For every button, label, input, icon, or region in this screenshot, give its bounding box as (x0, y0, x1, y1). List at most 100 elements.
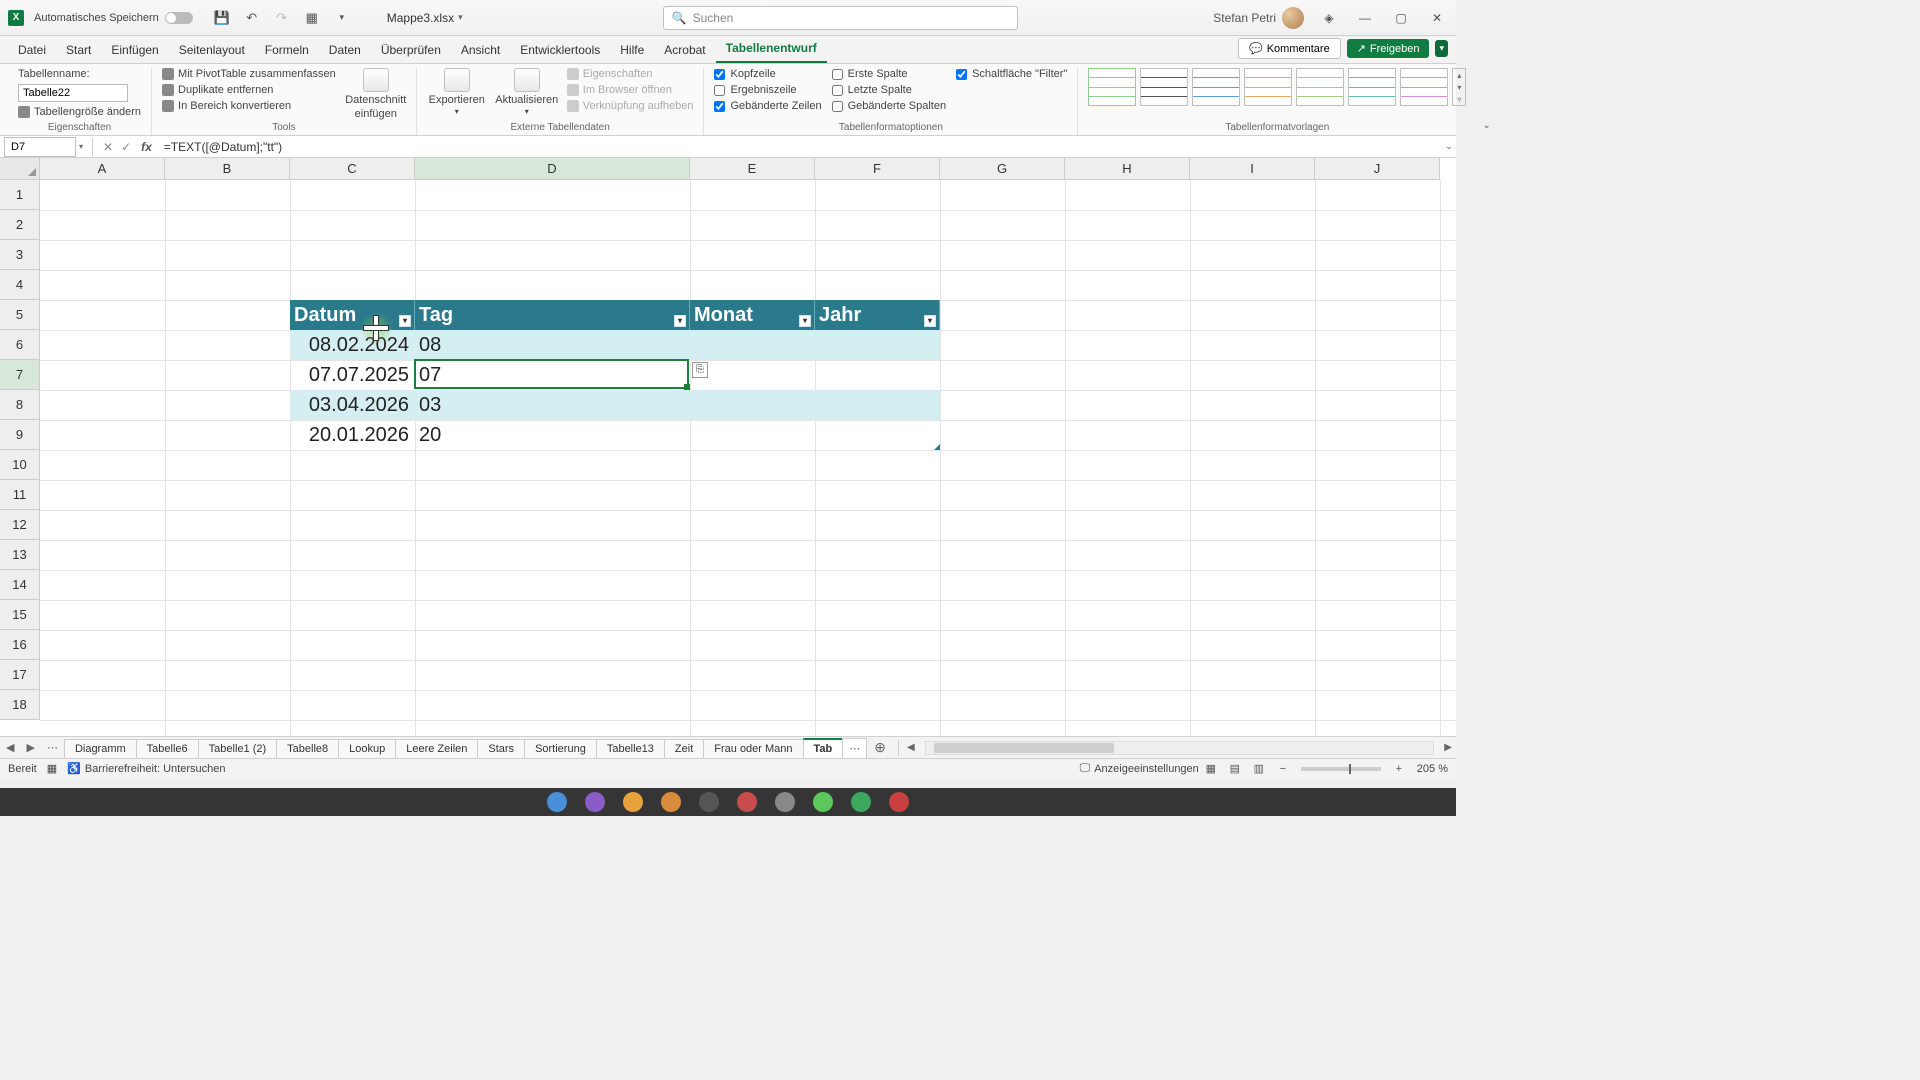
row-header[interactable]: 18 (0, 690, 40, 720)
remove-duplicates-button[interactable]: Duplikate entfernen (162, 84, 336, 96)
ribbon-tab-entwicklertools[interactable]: Entwicklertools (510, 37, 610, 63)
expand-formula-bar-icon[interactable]: ⌄ (1442, 141, 1456, 152)
table-style-thumb[interactable] (1192, 68, 1240, 106)
page-layout-view-icon[interactable]: ▤ (1225, 762, 1245, 775)
table-style-thumb[interactable] (1244, 68, 1292, 106)
zoom-level[interactable]: 205 % (1417, 763, 1448, 775)
close-button[interactable]: ✕ (1426, 11, 1448, 25)
row-header[interactable]: 10 (0, 450, 40, 480)
share-button[interactable]: ↗Freigeben (1347, 39, 1430, 58)
sheet-tab[interactable]: Tabelle6 (136, 739, 199, 758)
tablename-input[interactable] (18, 84, 128, 102)
column-header[interactable]: H (1065, 158, 1190, 180)
banded-columns-checkbox[interactable]: Gebänderte Spalten (832, 100, 946, 112)
sheet-nav-next-icon[interactable]: ▶ (20, 741, 40, 754)
comments-button[interactable]: 💬Kommentare (1238, 38, 1341, 59)
table-header-datum[interactable]: Datum▾ (290, 300, 415, 330)
sheet-tab[interactable]: Tabelle1 (2) (198, 739, 277, 758)
column-header[interactable]: D (415, 158, 690, 180)
ribbon-tab-tabellenentwurf[interactable]: Tabellenentwurf (716, 35, 827, 63)
row-header[interactable]: 1 (0, 180, 40, 210)
filename[interactable]: Mappe3.xlsx (387, 11, 454, 25)
row-header[interactable]: 4 (0, 270, 40, 300)
redo-icon[interactable]: ↷ (273, 10, 291, 26)
select-all-corner[interactable] (0, 158, 40, 180)
accessibility-status[interactable]: Barrierefreiheit: Untersuchen (85, 763, 226, 775)
cells-area[interactable]: Datum▾Tag▾Monat▾Jahr▾08.02.20240807.07.2… (40, 180, 1456, 736)
cell-tag[interactable]: 07 (415, 360, 690, 390)
table-style-thumb[interactable] (1400, 68, 1448, 106)
row-headers[interactable]: 123456789101112131415161718 (0, 180, 40, 720)
minimize-button[interactable]: — (1354, 11, 1376, 25)
column-header[interactable]: B (165, 158, 290, 180)
column-header[interactable]: G (940, 158, 1065, 180)
row-header[interactable]: 15 (0, 600, 40, 630)
column-header[interactable]: I (1190, 158, 1315, 180)
column-header[interactable]: F (815, 158, 940, 180)
maximize-button[interactable]: ▢ (1390, 11, 1412, 25)
summarize-pivot-button[interactable]: Mit PivotTable zusammenfassen (162, 68, 336, 80)
ribbon-tab-datei[interactable]: Datei (8, 37, 56, 63)
name-box[interactable]: D7 (4, 137, 76, 157)
table-style-thumb[interactable] (1296, 68, 1344, 106)
fx-icon[interactable]: fx (141, 140, 152, 154)
row-header[interactable]: 3 (0, 240, 40, 270)
namebox-dropdown-icon[interactable]: ▾ (76, 142, 86, 151)
row-header[interactable]: 9 (0, 420, 40, 450)
sheet-tab[interactable]: Lookup (338, 739, 396, 758)
filter-dropdown-icon[interactable]: ▾ (674, 315, 686, 327)
page-break-view-icon[interactable]: ▥ (1249, 762, 1269, 775)
row-header[interactable]: 16 (0, 630, 40, 660)
qat-more-icon[interactable]: ▾ (333, 12, 351, 23)
table-header-tag[interactable]: Tag▾ (415, 300, 690, 330)
filter-dropdown-icon[interactable]: ▾ (799, 315, 811, 327)
ribbon-tab-daten[interactable]: Daten (319, 37, 371, 63)
formula-input[interactable] (158, 140, 1442, 154)
table-style-thumb[interactable] (1348, 68, 1396, 106)
row-header[interactable]: 5 (0, 300, 40, 330)
camera-icon[interactable]: ▦ (303, 10, 321, 26)
convert-range-button[interactable]: In Bereich konvertieren (162, 100, 336, 112)
cell-datum[interactable]: 20.01.2026 (290, 420, 415, 450)
undo-icon[interactable]: ↶ (243, 10, 261, 26)
zoom-in-icon[interactable]: + (1389, 763, 1409, 775)
sheet-nav-more-icon[interactable]: ⋯ (41, 741, 64, 754)
export-button[interactable]: Exportieren▾ (427, 68, 487, 117)
header-row-checkbox[interactable]: Kopfzeile (714, 68, 821, 80)
ribbon-tab-einfügen[interactable]: Einfügen (101, 37, 168, 63)
column-headers[interactable]: ABCDEFGHIJ (40, 158, 1456, 180)
row-header[interactable]: 17 (0, 660, 40, 690)
sheet-tab[interactable]: Stars (477, 739, 525, 758)
cell-tag[interactable]: 08 (415, 330, 690, 360)
ribbon-tab-acrobat[interactable]: Acrobat (654, 37, 715, 63)
row-header[interactable]: 2 (0, 210, 40, 240)
table-header-monat[interactable]: Monat▾ (690, 300, 815, 330)
table-styles-gallery[interactable]: ▴▾▿ (1088, 68, 1466, 106)
gallery-more-button[interactable]: ▴▾▿ (1452, 68, 1466, 106)
table-resize-handle[interactable] (932, 442, 940, 450)
cell-tag[interactable]: 20 (415, 420, 690, 450)
cell-tag[interactable]: 03 (415, 390, 690, 420)
ribbon-tab-start[interactable]: Start (56, 37, 101, 63)
ribbon-tab-formeln[interactable]: Formeln (255, 37, 319, 63)
sheet-tab[interactable]: Sortierung (524, 739, 597, 758)
column-header[interactable]: E (690, 158, 815, 180)
table-style-thumb[interactable] (1088, 68, 1136, 106)
first-column-checkbox[interactable]: Erste Spalte (832, 68, 946, 80)
horizontal-scrollbar[interactable] (925, 741, 1435, 755)
add-sheet-button[interactable]: ⊕ (866, 739, 894, 756)
ribbon-tab-ansicht[interactable]: Ansicht (451, 37, 510, 63)
hscroll-right-icon[interactable]: ▶ (1440, 742, 1456, 753)
row-header[interactable]: 12 (0, 510, 40, 540)
cell-datum[interactable]: 07.07.2025 (290, 360, 415, 390)
sheet-tab[interactable]: Tabelle8 (276, 739, 339, 758)
normal-view-icon[interactable]: ▦ (1201, 762, 1221, 775)
zoom-out-icon[interactable]: − (1273, 763, 1293, 775)
sheet-tab[interactable]: Tabelle13 (596, 739, 665, 758)
enter-formula-icon[interactable]: ✓ (121, 140, 131, 154)
cell-datum[interactable]: 03.04.2026 (290, 390, 415, 420)
ribbon-collapse-button[interactable]: ⌄ (1476, 116, 1496, 135)
sheet-tab[interactable]: Diagramm (64, 739, 137, 758)
row-header[interactable]: 14 (0, 570, 40, 600)
table-header-jahr[interactable]: Jahr▾ (815, 300, 940, 330)
